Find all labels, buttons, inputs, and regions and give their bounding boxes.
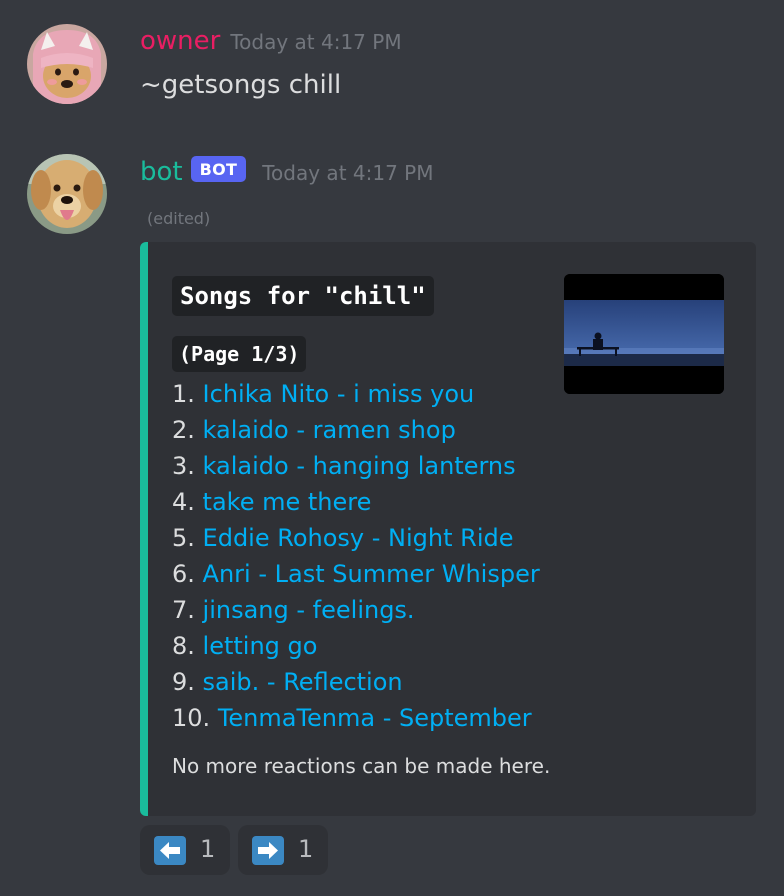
right-arrow-icon [252, 836, 284, 865]
song-number: 7. [172, 596, 195, 624]
song-list: 1. Ichika Nito - i miss you 2. kalaido - … [172, 376, 540, 736]
song-number: 8. [172, 632, 195, 660]
song-number: 4. [172, 488, 195, 516]
bot-tag: BOT [190, 156, 247, 182]
song-link[interactable]: TenmaTenma - September [218, 704, 532, 732]
reaction-right-arrow[interactable]: 1 [238, 825, 328, 875]
song-item: 3. kalaido - hanging lanterns [172, 448, 540, 484]
bot-avatar[interactable] [27, 154, 107, 234]
reaction-count: 1 [200, 835, 216, 863]
song-number: 1. [172, 380, 195, 408]
song-link[interactable]: jinsang - feelings. [203, 596, 415, 624]
song-number: 9. [172, 668, 195, 696]
song-link[interactable]: saib. - Reflection [203, 668, 403, 696]
song-number: 10. [172, 704, 211, 732]
song-item: 5. Eddie Rohosy - Night Ride [172, 520, 540, 556]
edited-label: (edited) [147, 209, 211, 228]
left-arrow-icon [154, 836, 186, 865]
reaction-count: 1 [298, 835, 314, 863]
song-link[interactable]: Eddie Rohosy - Night Ride [203, 524, 514, 552]
song-embed: Songs for "chill" (Page 1/3) 1. Ichika N… [140, 242, 756, 816]
song-link[interactable]: Anri - Last Summer Whisper [203, 560, 540, 588]
timestamp: Today at 4:17 PM [262, 161, 434, 185]
song-link[interactable]: Ichika Nito - i miss you [203, 380, 475, 408]
song-item: 7. jinsang - feelings. [172, 592, 540, 628]
song-item: 10. TenmaTenma - September [172, 700, 540, 736]
reaction-left-arrow[interactable]: 1 [140, 825, 230, 875]
song-number: 3. [172, 452, 195, 480]
message-bot: bot BOT Today at 4:17 PM (edited) Songs fo… [0, 0, 784, 896]
message-header: bot BOT Today at 4:17 PM [140, 156, 433, 187]
song-link[interactable]: kalaido - ramen shop [203, 416, 456, 444]
song-link[interactable]: kalaido - hanging lanterns [203, 452, 516, 480]
song-link[interactable]: letting go [203, 632, 318, 660]
embed-thumbnail[interactable] [564, 274, 724, 394]
username[interactable]: bot [140, 157, 183, 187]
song-item: 8. letting go [172, 628, 540, 664]
page-label: (Page 1/3) [172, 336, 307, 372]
song-number: 6. [172, 560, 195, 588]
song-item: 2. kalaido - ramen shop [172, 412, 540, 448]
embed-accent-bar [140, 242, 148, 816]
song-number: 2. [172, 416, 195, 444]
song-link[interactable]: take me there [203, 488, 372, 516]
song-item: 1. Ichika Nito - i miss you [172, 376, 540, 412]
embed-title: Songs for "chill" [172, 276, 434, 316]
song-item: 4. take me there [172, 484, 540, 520]
embed-footer: No more reactions can be made here. [172, 754, 551, 778]
song-item: 6. Anri - Last Summer Whisper [172, 556, 540, 592]
song-number: 5. [172, 524, 195, 552]
song-item: 9. saib. - Reflection [172, 664, 540, 700]
